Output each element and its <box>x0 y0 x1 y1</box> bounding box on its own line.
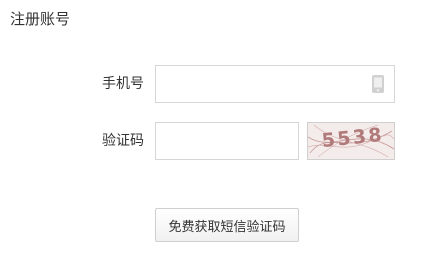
get-sms-code-button[interactable]: 免费获取短信验证码 <box>155 208 299 242</box>
phone-label: 手机号 <box>102 76 144 92</box>
page-title: 注册账号 <box>10 10 71 28</box>
phone-icon <box>371 74 385 94</box>
captcha-label: 验证码 <box>102 133 144 149</box>
captcha-input[interactable] <box>155 122 299 160</box>
phone-field-wrapper <box>155 65 395 103</box>
captcha-char-1: 5538 <box>321 124 383 152</box>
captcha-image[interactable]: 5538 <box>307 122 395 160</box>
phone-input[interactable] <box>155 65 395 103</box>
